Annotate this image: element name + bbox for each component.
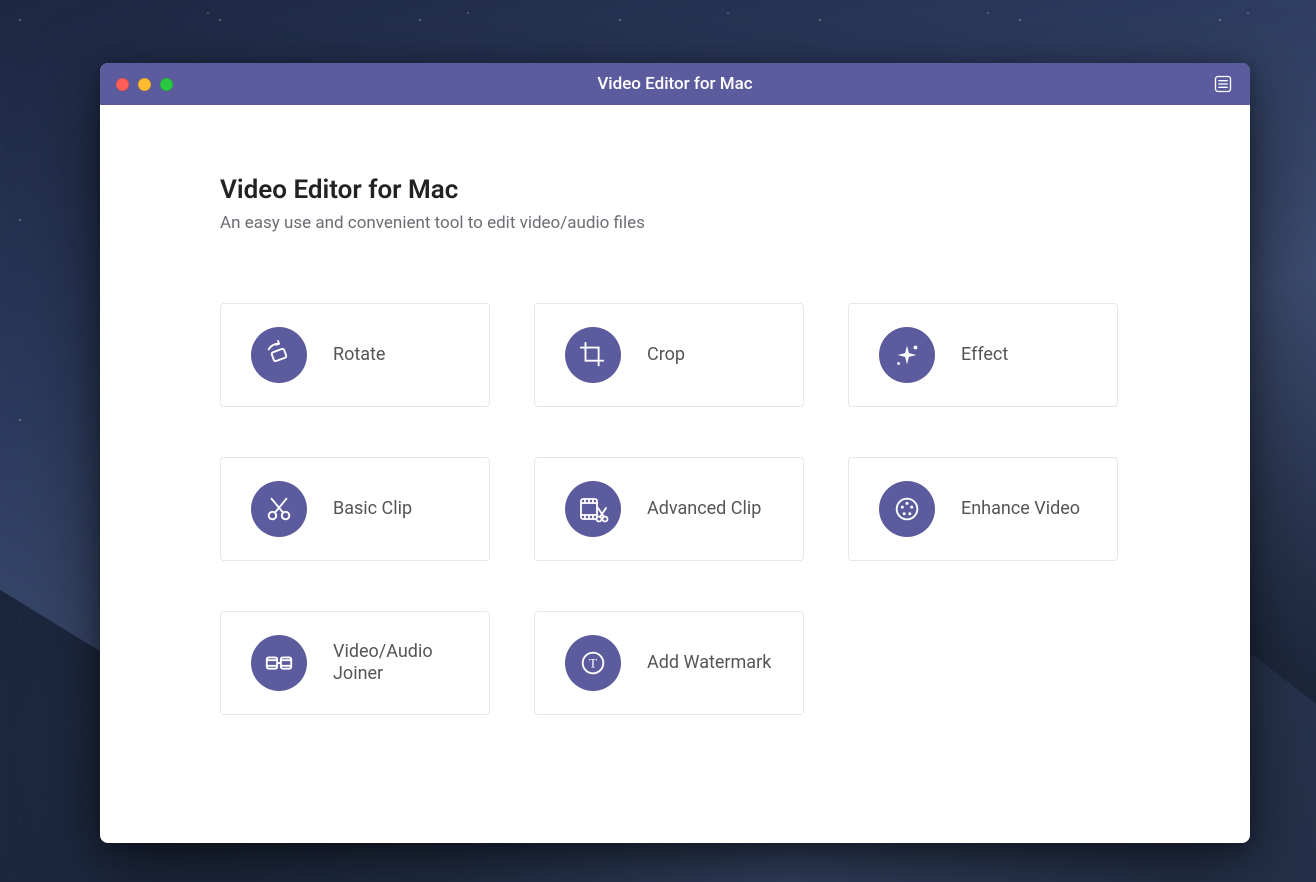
tool-basic-clip[interactable]: Basic Clip [220, 457, 490, 561]
tool-crop[interactable]: Crop [534, 303, 804, 407]
menu-button[interactable] [1210, 71, 1236, 97]
tool-enhance-video[interactable]: Enhance Video [848, 457, 1118, 561]
tool-label: Add Watermark [647, 652, 771, 675]
svg-text:T: T [589, 656, 597, 671]
tool-label: Effect [961, 344, 1008, 367]
advanced-clip-icon [565, 481, 621, 537]
enhance-icon [879, 481, 935, 537]
window-title: Video Editor for Mac [100, 74, 1250, 94]
scissors-icon [251, 481, 307, 537]
tool-rotate[interactable]: Rotate [220, 303, 490, 407]
joiner-icon [251, 635, 307, 691]
sparkle-icon [879, 327, 935, 383]
tool-joiner[interactable]: Video/Audio Joiner [220, 611, 490, 715]
window-zoom-button[interactable] [160, 78, 173, 91]
list-icon [1213, 74, 1233, 94]
window-minimize-button[interactable] [138, 78, 151, 91]
app-window: Video Editor for Mac Video Editor for Ma… [100, 63, 1250, 843]
tool-label: Enhance Video [961, 498, 1080, 521]
tool-label: Basic Clip [333, 498, 412, 521]
page-subtitle: An easy use and convenient tool to edit … [220, 213, 1130, 233]
tool-advanced-clip[interactable]: Advanced Clip [534, 457, 804, 561]
traffic-lights [116, 78, 173, 91]
crop-icon [565, 327, 621, 383]
tools-grid: Rotate Crop [220, 303, 1130, 715]
page-title: Video Editor for Mac [220, 175, 1130, 205]
titlebar: Video Editor for Mac [100, 63, 1250, 105]
main-content: Video Editor for Mac An easy use and con… [100, 105, 1250, 843]
tool-effect[interactable]: Effect [848, 303, 1118, 407]
rotate-icon [251, 327, 307, 383]
tool-watermark[interactable]: T Add Watermark [534, 611, 804, 715]
tool-label: Video/Audio Joiner [333, 641, 467, 686]
tool-label: Rotate [333, 344, 385, 367]
tool-label: Crop [647, 344, 685, 367]
window-close-button[interactable] [116, 78, 129, 91]
watermark-icon: T [565, 635, 621, 691]
tool-label: Advanced Clip [647, 498, 761, 521]
